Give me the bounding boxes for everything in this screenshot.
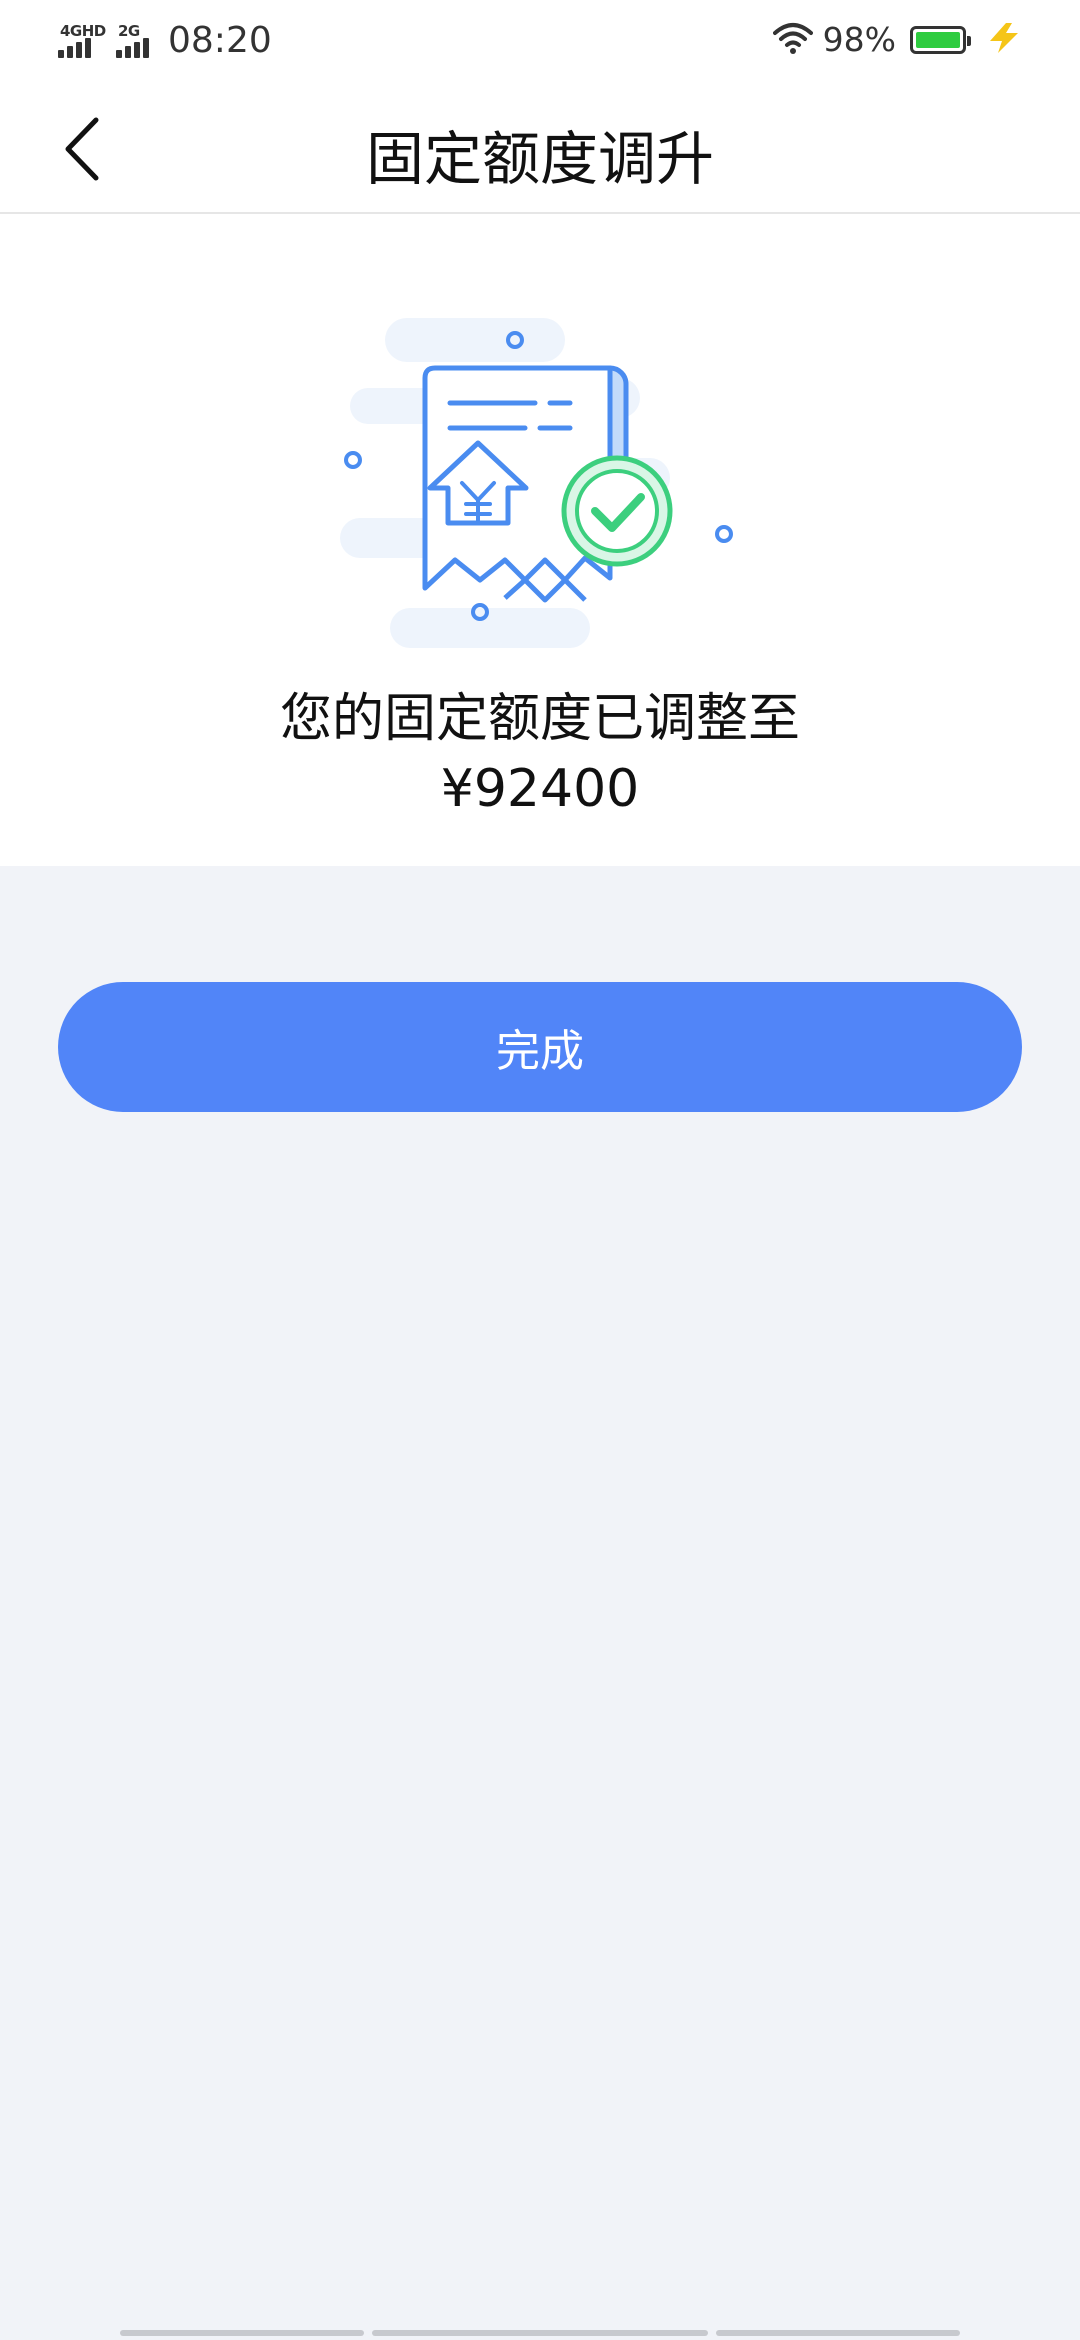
result-message: 您的固定额度已调整至 <box>279 689 800 749</box>
charging-icon <box>984 21 1024 59</box>
status-bar: 4GHD 2G 08:20 98% <box>0 0 1080 84</box>
credit-amount: ¥92400 <box>440 759 640 819</box>
signal-icon: 2G <box>116 18 156 62</box>
home-indicator <box>716 2330 960 2336</box>
status-right: 98% <box>772 20 1024 59</box>
status-left: 4GHD 2G 08:20 <box>58 18 272 62</box>
battery-icon <box>910 25 971 54</box>
done-button[interactable]: 完成 <box>58 982 1022 1112</box>
battery-percent: 98% <box>822 20 896 59</box>
page-title: 固定额度调升 <box>365 125 714 193</box>
signal-icon: 4GHD <box>58 18 106 62</box>
home-indicator <box>372 2330 708 2336</box>
navigation-bar: 固定额度调升 <box>0 84 1080 214</box>
home-indicator <box>120 2330 364 2336</box>
result-card: 您的固定额度已调整至 ¥92400 <box>0 214 1080 866</box>
wifi-icon <box>772 21 813 59</box>
status-time: 08:20 <box>168 19 272 61</box>
receipt-check-icon <box>330 308 750 658</box>
